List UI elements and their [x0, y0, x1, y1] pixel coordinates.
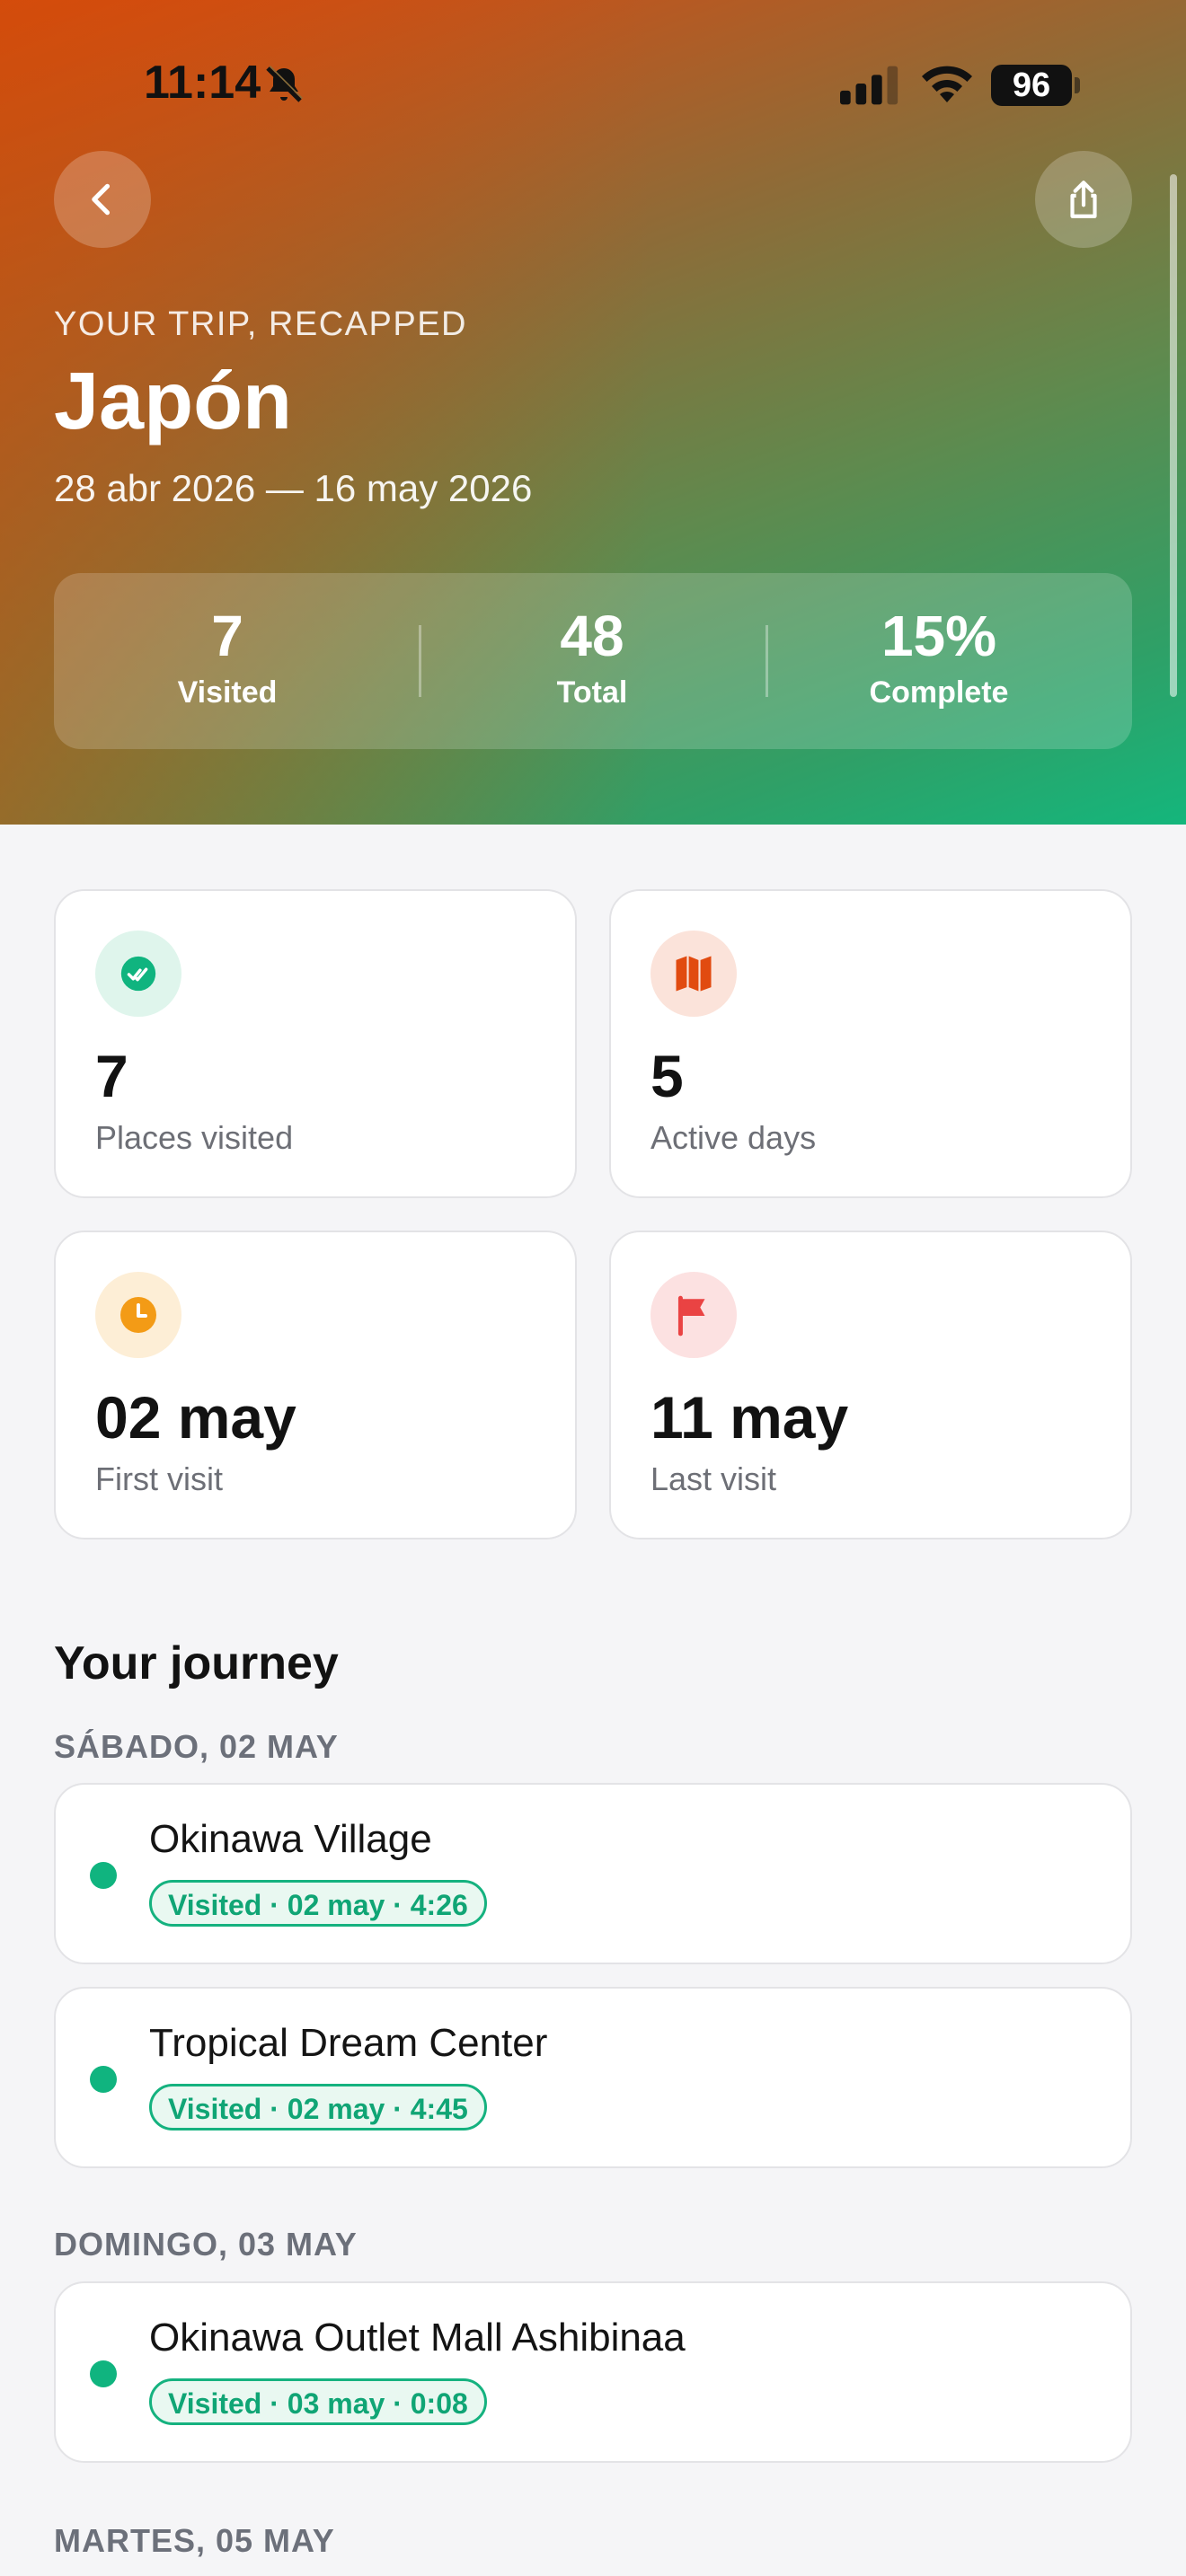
back-button[interactable]: [54, 151, 151, 248]
day-header: MARTES, 05 MAY: [54, 2522, 335, 2559]
day-header: DOMINGO, 03 MAY: [54, 2226, 358, 2263]
trip-hero-header: 11:14 96 YOUR TRIP, RECAPPED Japón 28 ab…: [0, 0, 1186, 825]
share-button[interactable]: [1035, 151, 1132, 248]
journey-title: Your journey: [54, 1637, 339, 1689]
summary-label: Complete: [869, 675, 1009, 710]
battery-tip: [1075, 77, 1080, 93]
stat-label: First visit: [95, 1460, 223, 1497]
map-icon: [676, 956, 712, 992]
visit-list-item[interactable]: Okinawa Village Visited · 02 may · 4:26: [54, 1783, 1132, 1964]
hero-eyebrow: YOUR TRIP, RECAPPED: [54, 305, 467, 343]
summary-total: 48 Total: [419, 604, 766, 710]
stat-icon-badge: [651, 1272, 737, 1358]
stat-card-places-visited: 7 Places visited: [54, 889, 577, 1198]
visited-badge: Visited · 03 may · 0:08: [149, 2378, 487, 2425]
signal-icon: [840, 66, 898, 105]
battery-indicator: 96: [991, 65, 1072, 106]
trip-summary-panel: 7 Visited 48 Total 15% Complete: [54, 573, 1132, 749]
stat-value: 11 may: [651, 1384, 849, 1451]
visited-badge: Visited · 02 may · 4:45: [149, 2084, 487, 2130]
stat-value: 7: [95, 1043, 128, 1109]
summary-value: 7: [211, 604, 243, 668]
stat-label: Active days: [651, 1119, 817, 1156]
share-icon: [1070, 181, 1097, 218]
double-check-icon: [120, 956, 156, 992]
stat-card-active-days: 5 Active days: [609, 889, 1132, 1198]
stat-card-last-visit: 11 may Last visit: [609, 1231, 1132, 1539]
day-header: SÁBADO, 02 MAY: [54, 1728, 339, 1765]
stat-icon-badge: [95, 931, 181, 1017]
trip-title: Japón: [54, 357, 293, 446]
summary-value: 48: [560, 604, 624, 668]
summary-visited: 7 Visited: [54, 604, 401, 710]
visited-dot: [90, 2360, 117, 2387]
stat-label: Last visit: [651, 1460, 777, 1497]
clock-icon: [120, 1297, 156, 1333]
place-name: Okinawa Outlet Mall Ashibinaa: [149, 2316, 686, 2360]
stat-value: 02 may: [95, 1384, 296, 1451]
summary-label: Visited: [177, 675, 278, 710]
bell-muted-icon: [266, 66, 303, 102]
stat-label: Places visited: [95, 1119, 294, 1156]
scrollbar[interactable]: [1170, 174, 1177, 697]
stat-card-first-visit: 02 may First visit: [54, 1231, 577, 1539]
chevron-left-icon: [92, 183, 111, 216]
stat-icon-badge: [651, 931, 737, 1017]
visit-list-item[interactable]: Okinawa Outlet Mall Ashibinaa Visited · …: [54, 2281, 1132, 2463]
status-time: 11:14: [144, 57, 261, 109]
visited-dot: [90, 2066, 117, 2093]
visit-list-item[interactable]: Tropical Dream Center Visited · 02 may ·…: [54, 1987, 1132, 2168]
place-name: Okinawa Village: [149, 1817, 432, 1861]
visited-dot: [90, 1862, 117, 1889]
trip-dates: 28 abr 2026 — 16 may 2026: [54, 467, 533, 509]
flag-icon: [677, 1295, 705, 1337]
visited-badge: Visited · 02 may · 4:26: [149, 1880, 487, 1927]
place-name: Tropical Dream Center: [149, 2021, 548, 2065]
summary-complete: 15% Complete: [766, 604, 1112, 710]
stat-icon-badge: [95, 1272, 181, 1358]
summary-value: 15%: [881, 604, 997, 668]
stat-value: 5: [651, 1043, 684, 1109]
wifi-icon: [922, 66, 972, 102]
summary-label: Total: [556, 675, 628, 710]
